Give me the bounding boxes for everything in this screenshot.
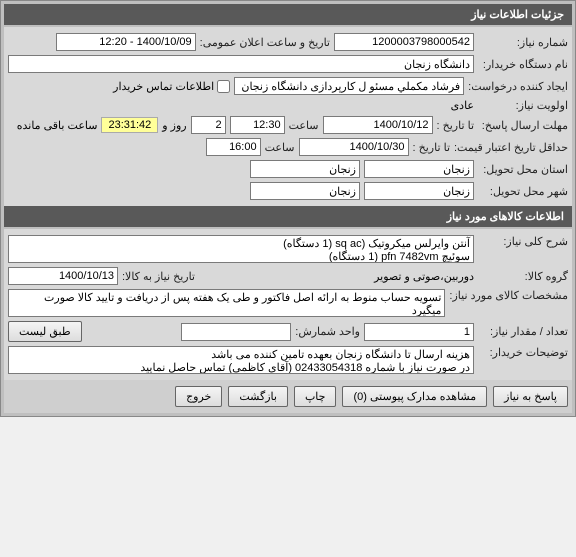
priority-value: عادی (451, 99, 474, 112)
countdown-timer: 23:31:42 (101, 117, 158, 133)
desc-label: شرح کلی نیاز: (478, 235, 568, 248)
validity-date-input[interactable] (299, 138, 409, 156)
delivery-province-label: استان محل تحویل: (478, 163, 568, 176)
priority-label: اولویت نیاز: (478, 99, 568, 112)
need-date-label: تاریخ نیاز به کالا: (122, 270, 195, 283)
buyer-notes-textarea[interactable] (8, 346, 474, 374)
days-remain-input[interactable] (191, 116, 226, 134)
reply-deadline-label: مهلت ارسال پاسخ: (478, 119, 568, 132)
unit-input[interactable] (181, 323, 291, 341)
group-value: دوربین،صوتی و تصویر (374, 270, 474, 283)
delivery-province-input1[interactable] (364, 160, 474, 178)
contact-checkbox-label: اطلاعات تماس خریدار (113, 80, 214, 93)
unit-label: واحد شمارش: (295, 325, 360, 338)
to-date-label: تا تاریخ : (437, 119, 474, 132)
pub-date-input[interactable] (56, 33, 196, 51)
req-no-input[interactable] (334, 33, 474, 51)
print-button[interactable]: چاپ (294, 386, 337, 407)
reply-time-input[interactable] (230, 116, 285, 134)
buyer-input[interactable] (8, 55, 474, 73)
goods-info-header: اطلاعات کالاهای مورد نیاز (4, 206, 572, 227)
contact-checkbox-wrap[interactable]: اطلاعات تماس خریدار (113, 80, 230, 93)
group-label: گروه کالا: (478, 270, 568, 283)
need-info-header: جزئیات اطلاعات نیاز (4, 4, 572, 25)
per-list-button[interactable]: طبق لیست (8, 321, 82, 342)
reply-time-label: ساعت (289, 119, 319, 132)
days-label: روز و (162, 119, 186, 132)
validity-label: حداقل تاریخ اعتبار قیمت: (454, 141, 568, 154)
creator-input[interactable] (234, 77, 464, 95)
validity-to-date-label: تا تاریخ : (413, 141, 450, 154)
pub-date-label: تاریخ و ساعت اعلان عمومی: (200, 36, 330, 49)
buyer-label: نام دستگاه خریدار: (478, 58, 568, 71)
need-date-input[interactable] (8, 267, 118, 285)
spec-label: مشخصات کالای مورد نیاز: (449, 289, 568, 302)
main-panel: جزئیات اطلاعات نیاز شماره نیاز: تاریخ و … (0, 0, 576, 417)
qty-input[interactable] (364, 323, 474, 341)
spec-textarea[interactable] (8, 289, 445, 317)
desc-textarea[interactable] (8, 235, 474, 263)
qty-label: تعداد / مقدار نیاز: (478, 325, 568, 338)
delivery-province-input2[interactable] (250, 160, 360, 178)
buyer-notes-label: توضیحات خریدار: (478, 346, 568, 359)
attachments-button[interactable]: مشاهده مدارک پیوستی (0) (342, 386, 487, 407)
contact-checkbox[interactable] (217, 80, 230, 93)
goods-info-body: شرح کلی نیاز: گروه کالا: دوربین،صوتی و ت… (4, 229, 572, 380)
exit-button[interactable]: خروج (175, 386, 222, 407)
button-row: پاسخ به نیاز مشاهده مدارک پیوستی (0) چاپ… (4, 380, 572, 413)
delivery-city-input2[interactable] (250, 182, 360, 200)
req-no-label: شماره نیاز: (478, 36, 568, 49)
reply-date-input[interactable] (323, 116, 433, 134)
delivery-city-input1[interactable] (364, 182, 474, 200)
back-button[interactable]: بازگشت (228, 386, 288, 407)
remain-label: ساعت باقی مانده (17, 119, 98, 132)
delivery-city-label: شهر محل تحویل: (478, 185, 568, 198)
reply-button[interactable]: پاسخ به نیاز (493, 386, 568, 407)
creator-label: ایجاد کننده درخواست: (468, 80, 568, 93)
validity-time-label: ساعت (265, 141, 295, 154)
need-info-body: شماره نیاز: تاریخ و ساعت اعلان عمومی: نا… (4, 27, 572, 206)
validity-time-input[interactable] (206, 138, 261, 156)
